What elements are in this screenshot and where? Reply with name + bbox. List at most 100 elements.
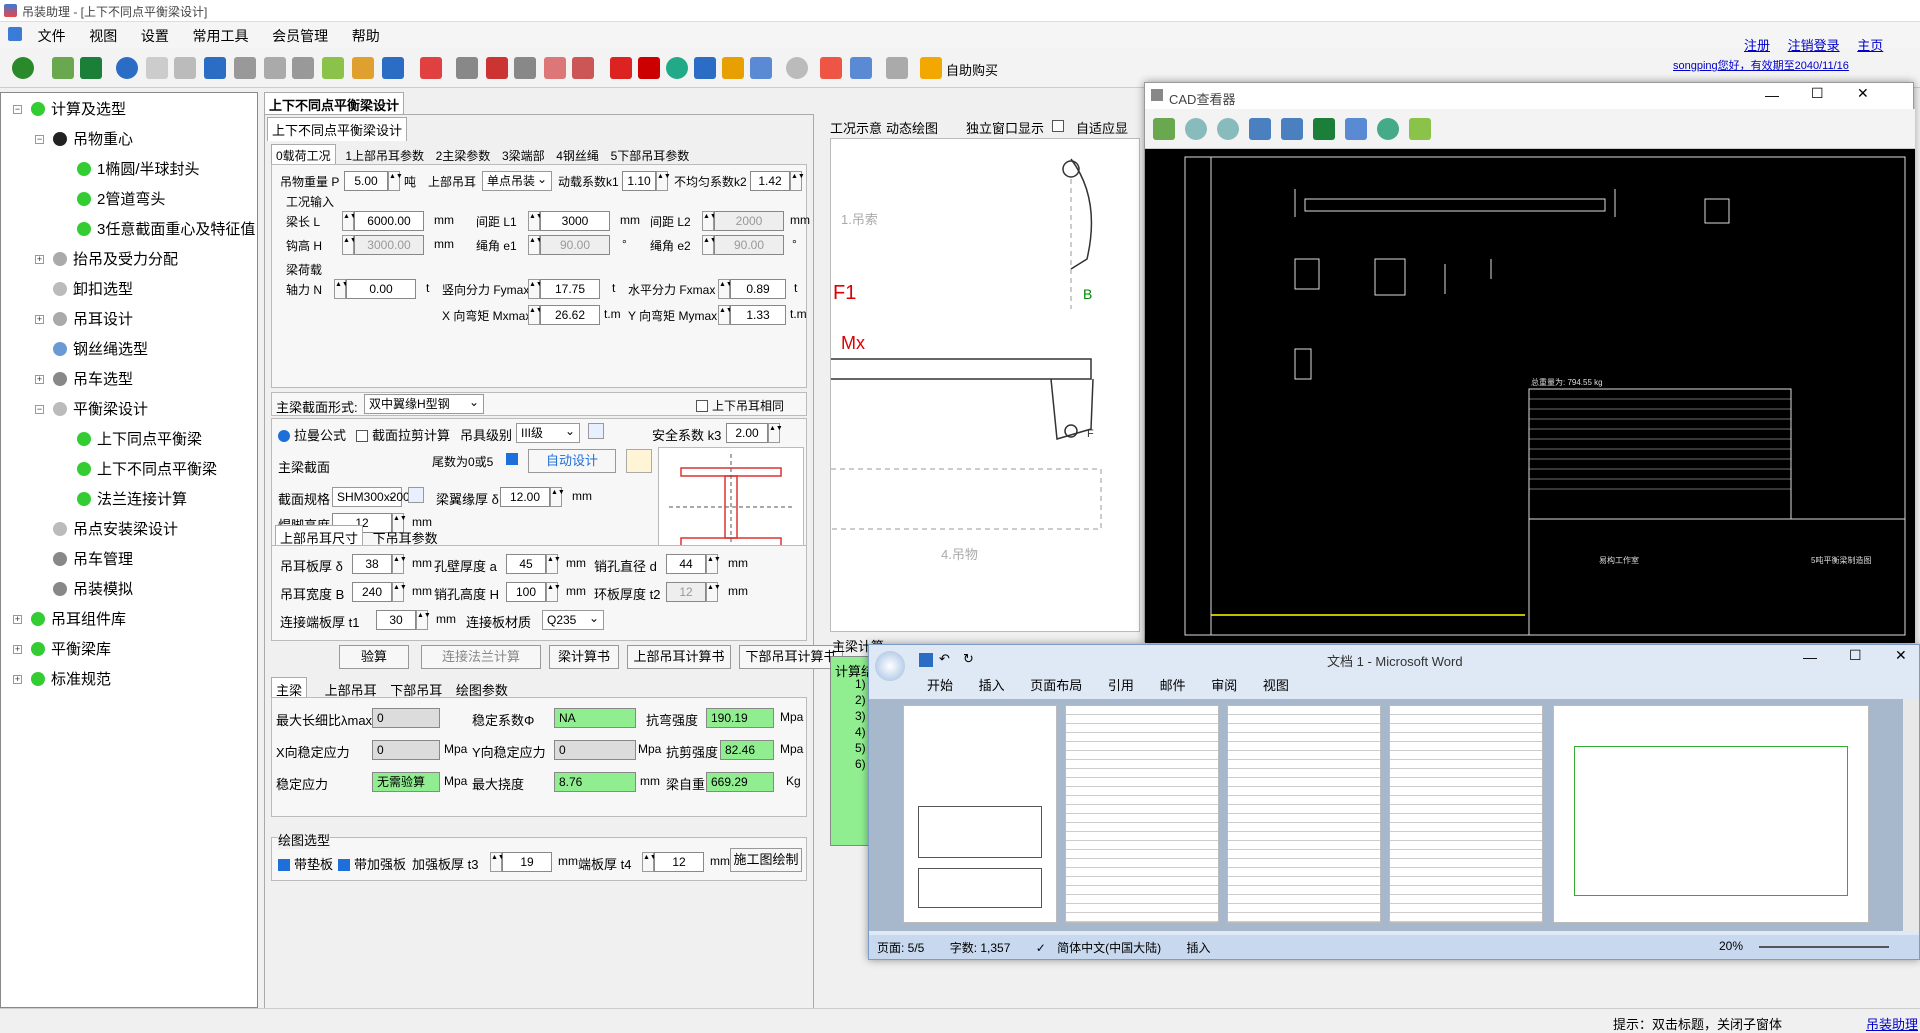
collapse-icon[interactable]: − (35, 405, 44, 414)
tab-upper-lug[interactable]: 1上部吊耳参数 (345, 149, 424, 163)
spellcheck-icon[interactable]: ✓ (1036, 941, 1046, 955)
info-icon[interactable] (786, 57, 808, 79)
menu-view[interactable]: 视图 (79, 22, 127, 50)
tree-item-lug-lib[interactable]: 吊耳组件库 (31, 608, 126, 629)
lift-icon[interactable] (146, 57, 168, 79)
redo-icon[interactable]: ↻ (963, 651, 974, 667)
e1-input[interactable]: 90.00 (540, 235, 610, 255)
check-button[interactable]: 验算 (339, 645, 409, 669)
minimize-icon[interactable]: — (1765, 87, 1779, 103)
zoom-extents-icon[interactable] (1281, 118, 1303, 140)
word-language[interactable]: 简体中文(中国大陆) (1057, 941, 1161, 955)
zoom-out-icon[interactable] (1217, 118, 1239, 140)
crane-icon[interactable] (264, 57, 286, 79)
search-icon[interactable] (588, 423, 604, 439)
send-icon[interactable] (850, 57, 872, 79)
menu-file[interactable]: 文件 (28, 22, 76, 50)
expand-icon[interactable]: + (35, 315, 44, 324)
spin-icon[interactable]: ▲▼ (702, 235, 717, 255)
tree-item-hook-beam[interactable]: 吊点安装梁设计 (53, 518, 178, 539)
tree-item-lift[interactable]: 抬吊及受力分配 (53, 248, 178, 269)
fy-input[interactable]: 17.75 (540, 279, 600, 299)
tree-item-cg2[interactable]: 2管道弯头 (77, 188, 165, 209)
globe-icon[interactable] (1377, 118, 1399, 140)
spin-icon[interactable]: ▲▼ (342, 235, 357, 255)
tree-item-cg1[interactable]: 1椭圆/半球封头 (77, 158, 200, 179)
scissors-icon[interactable] (486, 57, 508, 79)
tree-item-beam1[interactable]: 上下同点平衡梁 (77, 428, 202, 449)
spec-select[interactable]: SHM300x200 (332, 486, 410, 507)
word-page-count[interactable]: 页面: 5/5 (877, 941, 924, 955)
ribbon-tab-layout[interactable]: 页面布局 (1030, 678, 1082, 693)
tree-icon[interactable] (322, 57, 344, 79)
brush-icon[interactable] (352, 57, 374, 79)
end-thickness-input[interactable]: 12 (654, 852, 704, 872)
wrench-icon[interactable] (514, 57, 536, 79)
search-icon[interactable] (408, 487, 424, 503)
rib-checkbox[interactable]: 带加强板 (338, 854, 406, 873)
tree-item-lug[interactable]: 吊耳设计 (53, 308, 133, 329)
edit-icon[interactable] (750, 57, 772, 79)
beam-report-button[interactable]: 梁计算书 (549, 645, 619, 669)
word-page-1[interactable] (903, 705, 1057, 923)
zoom-window-icon[interactable] (1249, 118, 1271, 140)
word-icon[interactable] (694, 57, 716, 79)
grade-select[interactable]: III级 (516, 422, 580, 443)
register-link[interactable]: 注册 (1744, 38, 1770, 53)
tab-rope[interactable]: 4钢丝绳 (556, 149, 599, 163)
axial-input[interactable]: 0.00 (346, 279, 416, 299)
word-page-3[interactable] (1227, 705, 1381, 923)
undo-icon[interactable]: ↶ (939, 651, 950, 667)
tab-lower-lug[interactable]: 5下部吊耳参数 (611, 149, 690, 163)
tab-draw-params[interactable]: 绘图参数 (456, 683, 508, 698)
spin-icon[interactable]: ▲▼ (768, 423, 783, 443)
ribbon-tab-references[interactable]: 引用 (1108, 678, 1134, 693)
open-icon[interactable] (52, 57, 74, 79)
eraser-icon[interactable] (544, 57, 566, 79)
k2-input[interactable]: 1.42 (750, 171, 790, 191)
tree-item-crane-mgr[interactable]: 吊车管理 (53, 548, 133, 569)
export-icon[interactable] (1409, 118, 1431, 140)
spin-icon[interactable]: ▲▼ (702, 211, 717, 231)
open-icon[interactable] (1153, 118, 1175, 140)
upper-lug-select[interactable]: 单点吊装 (482, 170, 552, 191)
acrobat-icon[interactable] (638, 57, 660, 79)
tools-icon[interactable] (820, 57, 842, 79)
doc-tab[interactable]: 上下不同点平衡梁设计 (264, 92, 405, 116)
rope-icon[interactable] (234, 57, 256, 79)
home-link[interactable]: 主页 (1857, 38, 1883, 53)
pin-height-input[interactable]: 100 (506, 582, 546, 602)
save-icon[interactable] (919, 653, 933, 667)
standalone-checkbox[interactable] (1052, 120, 1064, 132)
tree-item-sim[interactable]: 吊装模拟 (53, 578, 133, 599)
word-page-5[interactable] (1553, 705, 1869, 923)
shear-checkbox[interactable]: 截面拉剪计算 (356, 425, 450, 444)
flange-input[interactable]: 12.00 (500, 487, 550, 507)
weight-input[interactable]: 5.00 (344, 171, 388, 191)
user-link[interactable]: songping您好，有效期至2040/11/16 (1673, 57, 1849, 73)
menu-member[interactable]: 会员管理 (262, 22, 338, 50)
spin-icon[interactable]: ▲▼ (546, 582, 561, 602)
tree-item-unload[interactable]: 卸扣选型 (53, 278, 133, 299)
globe-icon[interactable] (666, 57, 688, 79)
text-icon[interactable] (382, 57, 404, 79)
connect-plate-input[interactable]: 30 (376, 610, 416, 630)
rib-thickness-input[interactable]: 19 (502, 852, 552, 872)
ribbon-tab-home[interactable]: 开始 (927, 678, 953, 693)
tab-beam-end[interactable]: 3梁端部 (502, 149, 545, 163)
buy-label[interactable]: 自助购买 (946, 60, 998, 79)
tab-main-beam[interactable]: 2主梁参数 (436, 149, 491, 163)
mx-input[interactable]: 26.62 (540, 305, 600, 325)
calculator-icon[interactable] (456, 57, 478, 79)
font-icon[interactable] (420, 57, 442, 79)
maximize-icon[interactable]: ☐ (1849, 647, 1862, 664)
zoom-in-icon[interactable] (1185, 118, 1207, 140)
spin-icon[interactable]: ▲▼ (656, 171, 671, 191)
pencil-icon[interactable] (572, 57, 594, 79)
tree-item-cg3[interactable]: 3任意截面重心及特征值 (77, 218, 255, 239)
tree-item-beam[interactable]: 平衡梁设计 (53, 398, 148, 419)
expand-icon[interactable]: + (35, 375, 44, 384)
collapse-icon[interactable]: − (13, 105, 22, 114)
l2-input[interactable]: 2000 (714, 211, 784, 231)
tree-item-load-cg[interactable]: 吊物重心 (53, 128, 133, 149)
